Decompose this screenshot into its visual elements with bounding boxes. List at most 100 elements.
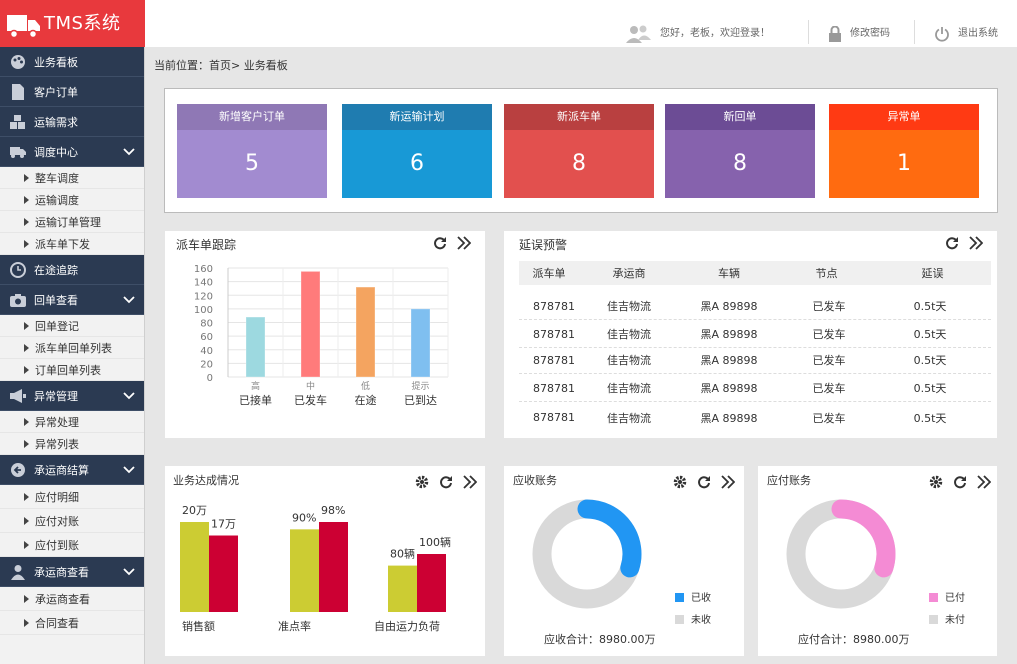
y-tick-label: 120: [194, 291, 213, 302]
sidebar-item-transport-order-mgmt[interactable]: 运输订单管理: [0, 211, 144, 233]
sidebar-item-customer-orders[interactable]: 客户订单: [0, 77, 144, 107]
stat-card-new-receipts[interactable]: 新回单 8: [665, 104, 815, 198]
dispatch-bar-chart: 0 20 40 60 80 100 120 140 160 高已接单 中已发车 低在途 提示已到达: [194, 264, 449, 407]
legend-swatch: [929, 615, 938, 624]
sidebar-item-payable-reconcile[interactable]: 应付对账: [0, 509, 144, 533]
change-password-link[interactable]: 修改密码: [828, 24, 890, 44]
divider: [914, 20, 915, 44]
sidebar-item-contract-view[interactable]: 合同查看: [0, 611, 144, 635]
payable-donut-chart: 已付未付: [786, 499, 965, 626]
sidebar-item-exception-mgmt[interactable]: 异常管理: [0, 381, 144, 411]
triangle-right-icon: [24, 594, 29, 603]
sidebar-item-dispatch-issue[interactable]: 派车单下发: [0, 233, 144, 255]
legend-label: 已付: [945, 591, 965, 604]
sidebar-item-dispatch-receipt-list[interactable]: 派车单回单列表: [0, 337, 144, 359]
refresh-icon[interactable]: [439, 475, 453, 489]
bar: [410, 308, 431, 378]
refresh-icon[interactable]: [945, 236, 959, 250]
category-label: 准点率: [278, 619, 311, 633]
sidebar-item-exception-handle[interactable]: 异常处理: [0, 411, 144, 433]
triangle-right-icon: [24, 492, 29, 501]
category-label: 已发车: [294, 393, 327, 407]
sidebar-item-order-receipt-list[interactable]: 订单回单列表: [0, 359, 144, 381]
megaphone-icon: [10, 388, 26, 404]
stat-card-new-transport-plans[interactable]: 新运输计划 6: [342, 104, 492, 198]
sidebar-item-transport-dispatch[interactable]: 运输调度: [0, 189, 144, 211]
x-tick-label: 高: [251, 380, 260, 392]
sidebar-item-dashboard[interactable]: 业务看板: [0, 47, 144, 77]
table-row[interactable]: 878781 佳吉物流 黑A 89898 已发车 0.5t天: [519, 321, 991, 348]
panel-controls: [415, 475, 477, 489]
business-bar-chart: 20万 17万销售额 90% 98% 准点率 80辆 100辆自由运力负荷: [180, 504, 451, 633]
double-chevron-right-icon[interactable]: [463, 475, 477, 489]
sidebar-item-in-transit[interactable]: 在途追踪: [0, 255, 144, 285]
top-bar: TMS系统 您好，老板，欢迎登录！ 修改密码 退出系统: [0, 0, 1017, 47]
sidebar-item-full-truck-dispatch[interactable]: 整车调度: [0, 167, 144, 189]
table-row[interactable]: 878781 佳吉物流 黑A 89898 已发车 0.5t天: [519, 293, 991, 320]
camera-icon: [10, 292, 26, 308]
panel-title: 派车单跟踪: [176, 238, 237, 252]
table-row[interactable]: 878781 佳吉物流 黑A 89898 已发车 0.5t天: [519, 404, 991, 431]
y-tick-label: 160: [194, 264, 213, 275]
sidebar-item-payable-detail[interactable]: 应付明细: [0, 485, 144, 509]
table-row[interactable]: 878781 佳吉物流 黑A 89898 已发车 0.5t天: [519, 347, 991, 374]
chevron-down-icon: [123, 392, 135, 400]
truck-icon: [10, 144, 26, 160]
bar: [355, 286, 376, 378]
receivable-total: 应收合计：8980.00万: [544, 633, 656, 646]
lock-icon: [829, 26, 841, 42]
gear-icon[interactable]: [673, 475, 687, 489]
double-chevron-right-icon[interactable]: [969, 236, 983, 250]
stat-card-new-orders[interactable]: 新增客户订单 5: [177, 104, 327, 198]
sidebar-item-exception-list[interactable]: 异常列表: [0, 433, 144, 455]
x-tick-label: 低: [361, 380, 370, 392]
sidebar-item-payable-arrival[interactable]: 应付到账: [0, 533, 144, 557]
sidebar-item-carrier-view[interactable]: 承运商查看: [0, 557, 144, 587]
table-row[interactable]: 878781 佳吉物流 黑A 89898 已发车 0.5t天: [519, 375, 991, 402]
document-icon: [10, 83, 26, 100]
panel-controls: [673, 475, 735, 489]
double-chevron-right-icon[interactable]: [457, 236, 471, 250]
triangle-right-icon: [24, 417, 29, 426]
bar: [180, 522, 209, 612]
stat-card-exceptions[interactable]: 异常单 1: [829, 104, 979, 198]
x-tick-label: 中: [306, 380, 315, 392]
gear-icon[interactable]: [929, 475, 943, 489]
payable-total: 应付合计：8980.00万: [798, 633, 910, 646]
refresh-icon[interactable]: [433, 236, 447, 250]
person-icon: [10, 564, 26, 580]
legend-swatch: [675, 593, 684, 602]
data-label: 80辆: [390, 547, 415, 561]
refresh-icon[interactable]: [697, 475, 711, 489]
sidebar-item-transport-demand[interactable]: 运输需求: [0, 107, 144, 137]
sidebar-item-carrier-view-sub[interactable]: 承运商查看: [0, 587, 144, 611]
legend-label: 未付: [945, 613, 965, 626]
breadcrumb: 当前位置：首页> 业务看板: [154, 59, 288, 72]
divider: [808, 20, 809, 44]
legend-label: 未收: [691, 613, 711, 626]
bar: [290, 529, 319, 612]
sidebar-item-receipt-register[interactable]: 回单登记: [0, 315, 144, 337]
panel-title: 应收账务: [513, 474, 557, 487]
sidebar-item-dispatch-center[interactable]: 调度中心: [0, 137, 144, 167]
y-tick-label: 40: [200, 346, 213, 357]
triangle-right-icon: [24, 365, 29, 374]
gear-icon[interactable]: [415, 475, 429, 489]
chevron-down-icon: [123, 466, 135, 474]
triangle-right-icon: [24, 195, 29, 204]
y-tick-label: 20: [200, 359, 213, 370]
clock-icon: [10, 261, 26, 278]
sidebar-item-carrier-settlement[interactable]: 承运商结算: [0, 455, 144, 485]
stat-card-new-dispatch[interactable]: 新派车单 8: [504, 104, 654, 198]
double-chevron-right-icon[interactable]: [977, 475, 991, 489]
legend-label: 已收: [691, 591, 711, 604]
sidebar-item-receipt-view[interactable]: 回单查看: [0, 285, 144, 315]
double-chevron-right-icon[interactable]: [721, 475, 735, 489]
y-tick-label: 100: [194, 305, 213, 316]
triangle-right-icon: [24, 439, 29, 448]
refresh-icon[interactable]: [953, 475, 967, 489]
category-label: 已到达: [404, 394, 437, 407]
logout-link[interactable]: 退出系统: [934, 24, 998, 44]
app-logo: TMS系统: [0, 0, 145, 47]
category-label: 自由运力负荷: [374, 619, 440, 633]
